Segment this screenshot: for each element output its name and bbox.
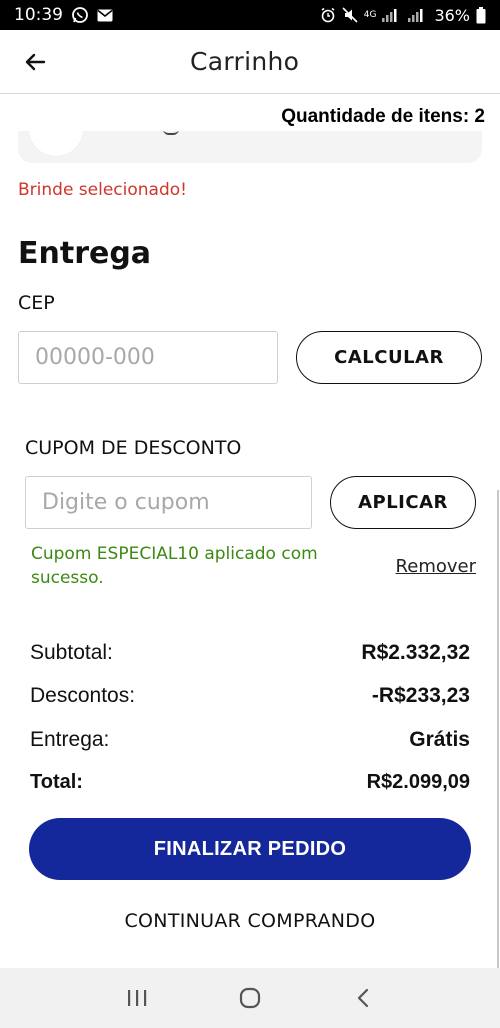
shipping-label: Entrega: xyxy=(30,728,110,751)
signal-icon xyxy=(382,8,402,22)
calculate-button[interactable]: CALCULAR xyxy=(296,331,482,384)
product-card[interactable] xyxy=(18,131,482,163)
alarm-icon xyxy=(320,7,336,23)
gift-message: Brinde selecionado! xyxy=(18,180,187,200)
coupon-success-message: Cupom ESPECIAL10 aplicado com sucesso. xyxy=(31,544,318,588)
coupon-input[interactable] xyxy=(25,476,312,529)
recent-apps-button[interactable] xyxy=(107,968,167,1028)
items-quantity: Quantidade de itens: 2 xyxy=(281,106,485,127)
product-text-fragment xyxy=(163,131,179,135)
status-bar: 10:39 4G 36% xyxy=(0,0,500,30)
shipping-value: Grátis xyxy=(409,728,470,751)
page-title: Carrinho xyxy=(190,47,300,76)
continue-shopping-button[interactable]: CONTINUAR COMPRANDO xyxy=(0,910,500,932)
home-button[interactable] xyxy=(220,968,280,1028)
finalize-order-button[interactable]: FINALIZAR PEDIDO xyxy=(29,818,471,880)
remove-coupon-link[interactable]: Remover xyxy=(396,556,476,577)
battery-icon xyxy=(476,6,486,24)
shipping-row: Entrega: Grátis xyxy=(30,728,470,752)
delivery-title: Entrega xyxy=(18,236,152,271)
signal-2-icon xyxy=(408,8,428,22)
mail-icon xyxy=(97,9,113,22)
back-button[interactable] xyxy=(0,30,70,94)
subtotal-label: Subtotal: xyxy=(30,641,113,664)
mute-icon xyxy=(342,7,358,23)
cep-input[interactable] xyxy=(18,331,278,384)
network-icon: 4G xyxy=(363,9,377,20)
network-type: 4G xyxy=(363,9,377,20)
recent-apps-icon xyxy=(127,990,146,1006)
coupon-label: CUPOM DE DESCONTO xyxy=(25,437,242,459)
app-bar: Carrinho xyxy=(0,30,500,94)
whatsapp-icon xyxy=(71,6,89,24)
discount-row: Descontos: -R$233,23 xyxy=(30,684,470,708)
total-label: Total: xyxy=(30,771,83,793)
cep-label: CEP xyxy=(18,292,55,314)
apply-coupon-button[interactable]: APLICAR xyxy=(330,476,476,529)
arrow-left-icon xyxy=(25,53,46,70)
discount-value: -R$233,23 xyxy=(371,684,470,707)
total-value: R$2.099,09 xyxy=(366,771,470,793)
total-row: Total: R$2.099,09 xyxy=(30,771,470,794)
home-icon xyxy=(239,987,261,1009)
scrollbar[interactable] xyxy=(497,490,499,968)
battery-percent: 36% xyxy=(434,5,470,25)
subtotal-value: R$2.332,32 xyxy=(361,641,470,664)
system-nav-bar xyxy=(0,968,500,1028)
status-time: 10:39 xyxy=(14,5,63,25)
subtotal-row: Subtotal: R$2.332,32 xyxy=(30,641,470,665)
nav-back-button[interactable] xyxy=(333,968,393,1028)
chevron-left-icon xyxy=(358,988,369,1008)
discount-label: Descontos: xyxy=(30,684,136,707)
product-thumbnail xyxy=(28,131,84,157)
